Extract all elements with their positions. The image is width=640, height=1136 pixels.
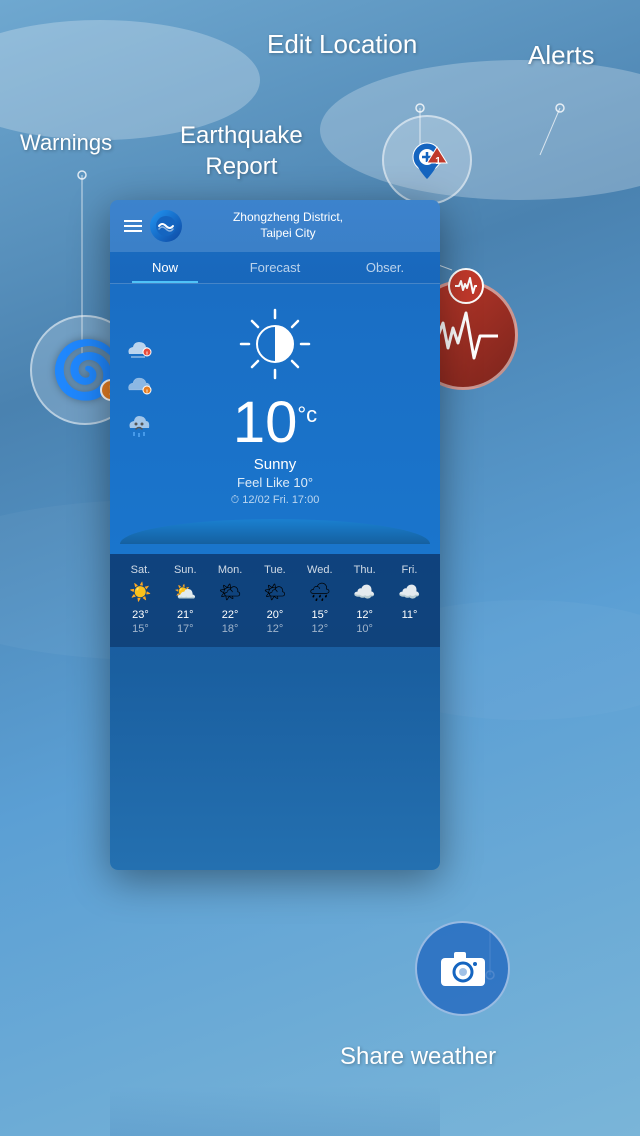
- forecast-day-5: Thu.: [345, 564, 385, 576]
- tab-forecast[interactable]: Forecast: [220, 252, 330, 283]
- low-4: 12°: [300, 623, 340, 635]
- sad-cloud-icon: [124, 410, 154, 440]
- forecast-icon-1: ⛅: [165, 582, 205, 603]
- forecast-day-0: Sat.: [120, 564, 160, 576]
- forecast-lows: 15° 17° 18° 12° 12° 10°: [118, 623, 432, 635]
- alerts-label: Alerts: [528, 40, 594, 71]
- tab-now[interactable]: Now: [110, 252, 220, 283]
- datetime-display: ⏱ 12/02 Fri. 17:00: [231, 494, 320, 507]
- high-6: 11°: [389, 609, 429, 621]
- forecast-day-6: Fri.: [389, 564, 429, 576]
- forecast-icon-5: ☁️: [345, 582, 385, 603]
- app-logo: [150, 210, 182, 242]
- forecast-icon-0: ☀️: [120, 582, 160, 603]
- high-0: 23°: [120, 609, 160, 621]
- globe-bottom: [120, 519, 430, 544]
- high-5: 12°: [345, 609, 385, 621]
- weather-main: ! !: [110, 284, 440, 554]
- camera-icon: [440, 950, 486, 988]
- tab-observations[interactable]: Obser.: [330, 252, 440, 283]
- condition-label: Sunny: [254, 456, 297, 473]
- low-3: 12°: [255, 623, 295, 635]
- seismo-notification: [448, 268, 484, 304]
- forecast-icon-6: ☁️: [389, 582, 429, 603]
- forecast-icon-2: 🌤: [210, 582, 250, 603]
- location-display: Zhongzheng District, Taipei City: [233, 210, 343, 241]
- forecast-icon-4: 🌧: [300, 582, 340, 603]
- location-plus-icon: 1: [405, 135, 449, 185]
- temperature-display: 10 °c: [233, 394, 317, 452]
- forecast-day-headers: Sat. Sun. Mon. Tue. Wed. Thu. Fri.: [118, 564, 432, 576]
- weather-app: Zhongzheng District, Taipei City Now For…: [110, 200, 440, 870]
- sun-icon: [235, 304, 315, 384]
- forecast-icons: ☀️ ⛅ 🌤 🌤 🌧 ☁️ ☁️: [118, 582, 432, 603]
- low-6: [389, 623, 429, 635]
- high-4: 15°: [300, 609, 340, 621]
- edit-location-button[interactable]: 1: [382, 115, 472, 205]
- feel-like-display: Feel Like 10°: [237, 475, 313, 490]
- low-0: 15°: [120, 623, 160, 635]
- app-tabs: Now Forecast Obser.: [110, 252, 440, 284]
- low-2: 18°: [210, 623, 250, 635]
- phone-reflection: [110, 1086, 440, 1136]
- forecast-highs: 23° 21° 22° 20° 15° 12° 11°: [118, 609, 432, 621]
- cloud-fog-icon: !: [124, 334, 154, 364]
- high-2: 22°: [210, 609, 250, 621]
- forecast-section: Sat. Sun. Mon. Tue. Wed. Thu. Fri. ☀️ ⛅ …: [110, 554, 440, 647]
- svg-text:!: !: [146, 390, 148, 396]
- hamburger-menu[interactable]: [124, 220, 142, 232]
- low-1: 17°: [165, 623, 205, 635]
- side-icons: ! !: [124, 334, 154, 440]
- earthquake-label: EarthquakeReport: [180, 120, 303, 182]
- low-5: 10°: [345, 623, 385, 635]
- svg-text:1: 1: [435, 156, 441, 167]
- warnings-label: Warnings: [20, 130, 112, 156]
- forecast-day-1: Sun.: [165, 564, 205, 576]
- high-3: 20°: [255, 609, 295, 621]
- share-weather-button[interactable]: [415, 921, 510, 1016]
- forecast-day-4: Wed.: [300, 564, 340, 576]
- app-header: Zhongzheng District, Taipei City: [110, 200, 440, 252]
- cloud-warning-icon: !: [124, 372, 154, 402]
- share-weather-label: Share weather: [340, 1043, 496, 1071]
- forecast-icon-3: 🌤: [255, 582, 295, 603]
- forecast-day-2: Mon.: [210, 564, 250, 576]
- forecast-day-3: Tue.: [255, 564, 295, 576]
- edit-location-label: Edit Location: [267, 29, 417, 60]
- svg-text:!: !: [146, 352, 148, 358]
- high-1: 21°: [165, 609, 205, 621]
